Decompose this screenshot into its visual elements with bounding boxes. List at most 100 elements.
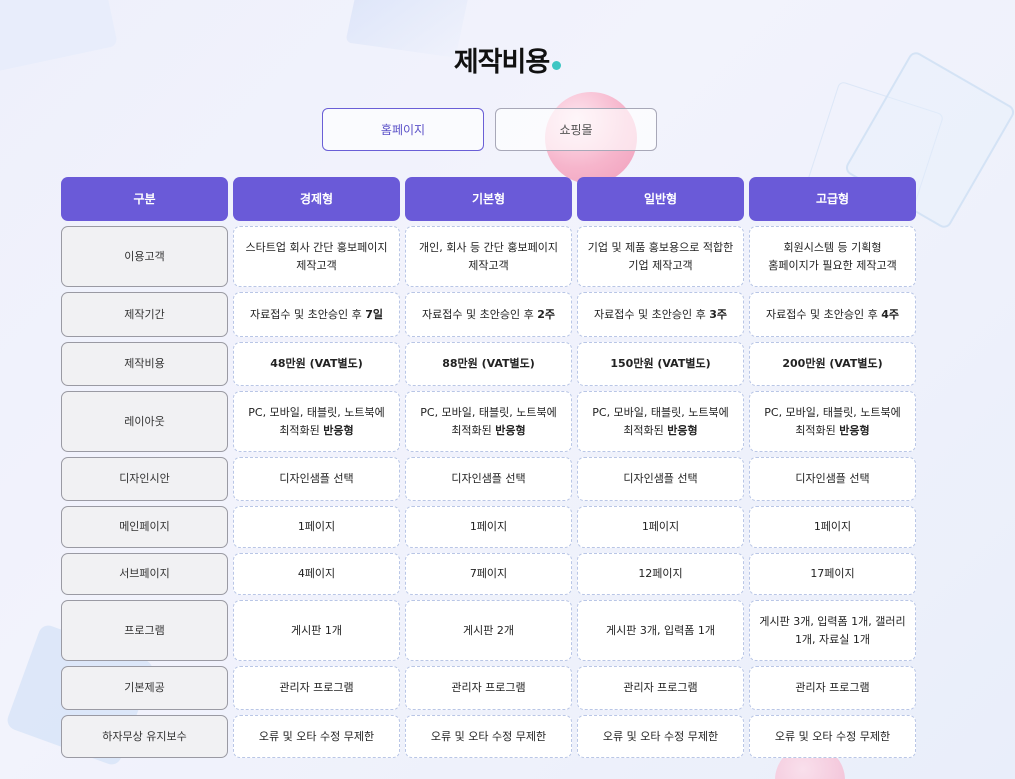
table-cell: 12페이지 — [577, 553, 744, 595]
row-label: 기본제공 — [61, 666, 228, 710]
cell-line: 오류 및 오타 수정 무제한 — [430, 729, 547, 743]
cell-line: 12페이지 — [638, 567, 683, 580]
cell-line: 오류 및 오타 수정 무제한 — [602, 729, 719, 743]
cell-line: 관리자 프로그램 — [451, 681, 526, 694]
tab-homepage[interactable]: 홈페이지 — [322, 108, 484, 151]
tab-shoppingmall[interactable]: 쇼핑몰 — [495, 108, 657, 151]
cell-line: 1페이지 — [297, 520, 336, 533]
table-cell: 게시판 2개 — [405, 600, 572, 661]
cell-emphasis: 48만원 (VAT별도) — [270, 357, 363, 370]
table-cell: 1페이지 — [749, 506, 916, 548]
table-cell: 회원시스템 등 기획형 홈페이지가 필요한 제작고객 — [749, 226, 916, 287]
table-header-row: 구분 경제형 기본형 일반형 고급형 — [61, 177, 916, 221]
cell-content: 오류 및 오타 수정 무제한 — [603, 728, 718, 746]
cell-content: 48만원 (VAT별도) — [270, 355, 363, 373]
cell-line: 홈페이지가 필요한 제작고객 — [768, 258, 897, 272]
cell-content: 150만원 (VAT별도) — [610, 355, 710, 373]
cell-emphasis: 반응형 — [667, 423, 698, 437]
cell-emphasis: 반응형 — [495, 423, 526, 437]
header-cell-basic: 기본형 — [405, 177, 572, 221]
cell-emphasis: 150만원 (VAT별도) — [610, 357, 711, 370]
cell-content: 자료접수 및 초안승인 후 7일 — [250, 306, 383, 324]
row-label: 이용고객 — [61, 226, 228, 287]
row-label: 서브페이지 — [61, 553, 228, 595]
table-cell: 게시판 3개, 입력폼 1개, 갤러리 1개, 자료실 1개 — [749, 600, 916, 661]
cell-line: PC, 모바일, 태블릿, 노트북에 — [764, 405, 901, 419]
cell-emphasis: 7일 — [365, 307, 383, 321]
row-label: 하자무상 유지보수 — [61, 715, 228, 758]
cell-emphasis: 200만원 (VAT별도) — [782, 357, 883, 370]
table-cell: PC, 모바일, 태블릿, 노트북에 최적화된 반응형 — [405, 391, 572, 452]
cell-line: 개인, 회사 등 간단 홍보페이지 — [419, 240, 558, 254]
cell-content: 디자인샘플 선택 — [623, 470, 697, 488]
cell-content: 게시판 3개, 입력폼 1개 — [606, 622, 715, 640]
table-cell: 개인, 회사 등 간단 홍보페이지 제작고객 — [405, 226, 572, 287]
cell-content: 개인, 회사 등 간단 홍보페이지 제작고객 — [419, 239, 558, 275]
cell-line: 제작고객 — [296, 258, 337, 272]
cell-line: 스타트업 회사 간단 홍보페이지 — [245, 240, 388, 254]
table-cell: 관리자 프로그램 — [405, 666, 572, 710]
cell-content: 게시판 3개, 입력폼 1개, 갤러리 1개, 자료실 1개 — [759, 613, 905, 649]
cell-content: 88만원 (VAT별도) — [442, 355, 535, 373]
cell-content: 4페이지 — [298, 565, 335, 583]
cell-line: 150만원 (VAT별도) — [610, 355, 710, 373]
cell-line: 1페이지 — [813, 520, 852, 533]
cell-line: 최적화된 반응형 — [248, 422, 385, 440]
cell-content: 오류 및 오타 수정 무제한 — [775, 728, 890, 746]
cell-line: 최적화된 반응형 — [420, 422, 557, 440]
cell-content: 디자인샘플 선택 — [795, 470, 869, 488]
title-dot-icon — [552, 61, 562, 70]
table-row: 서브페이지 4페이지 7페이지 12페이지 17페이지 — [61, 553, 916, 595]
cell-line: 기업 및 제품 홍보용으로 적합한 — [587, 240, 734, 254]
table-cell: 오류 및 오타 수정 무제한 — [405, 715, 572, 758]
cell-content: PC, 모바일, 태블릿, 노트북에 최적화된 반응형 — [420, 404, 557, 440]
table-row: 메인페이지 1페이지 1페이지 1페이지 1페이지 — [61, 506, 916, 548]
cell-content: 관리자 프로그램 — [623, 679, 697, 697]
cell-text: 자료접수 및 초안승인 후 — [594, 307, 710, 321]
cell-content: 17페이지 — [810, 565, 854, 583]
cell-content: 자료접수 및 초안승인 후 4주 — [766, 306, 899, 324]
cell-text: 최적화된 — [795, 423, 840, 437]
cell-content: 1페이지 — [470, 518, 507, 536]
table-cell: 4페이지 — [233, 553, 400, 595]
table-cell: 관리자 프로그램 — [233, 666, 400, 710]
cell-text: 자료접수 및 초안승인 후 — [250, 307, 366, 321]
cell-content: 1페이지 — [298, 518, 335, 536]
cell-line: PC, 모바일, 태블릿, 노트북에 — [248, 405, 385, 419]
page-title: 제작비용 — [453, 40, 562, 79]
cell-text: 자료접수 및 초안승인 후 — [766, 307, 882, 321]
table-cell: 관리자 프로그램 — [577, 666, 744, 710]
cell-line: 1페이지 — [469, 520, 508, 533]
table-cell: 기업 및 제품 홍보용으로 적합한기업 제작고객 — [577, 226, 744, 287]
pricing-table: 구분 경제형 기본형 일반형 고급형 이용고객 스타트업 회사 간단 홍보페이지제… — [61, 177, 916, 763]
cell-line: 게시판 3개, 입력폼 1개 — [606, 623, 715, 637]
table-cell: 게시판 1개 — [233, 600, 400, 661]
cell-line: 1페이지 — [641, 520, 680, 533]
table-cell: 디자인샘플 선택 — [405, 457, 572, 501]
table-cell: PC, 모바일, 태블릿, 노트북에 최적화된 반응형 — [577, 391, 744, 452]
row-label: 디자인시안 — [61, 457, 228, 501]
row-label: 메인페이지 — [61, 506, 228, 548]
cell-line: 오류 및 오타 수정 무제한 — [774, 729, 891, 743]
table-row: 레이아웃 PC, 모바일, 태블릿, 노트북에 최적화된 반응형 PC, 모바일, 태… — [61, 391, 916, 452]
cell-content: 관리자 프로그램 — [451, 679, 525, 697]
table-cell: 자료접수 및 초안승인 후 2주 — [405, 292, 572, 337]
table-row: 디자인시안 디자인샘플 선택 디자인샘플 선택 디자인샘플 선택 디자인샘플 선택 — [61, 457, 916, 501]
table-row: 제작비용 48만원 (VAT별도) 88만원 (VAT별도) 150만원 (VAT별도… — [61, 342, 916, 386]
table-cell: 7페이지 — [405, 553, 572, 595]
cell-text: 최적화된 — [279, 423, 324, 437]
table-cell: 17페이지 — [749, 553, 916, 595]
page-title-text: 제작비용 — [453, 47, 550, 78]
table-cell: PC, 모바일, 태블릿, 노트북에 최적화된 반응형 — [749, 391, 916, 452]
cell-content: 게시판 1개 — [291, 622, 342, 640]
cell-line: 기업 제작고객 — [628, 258, 693, 272]
cell-line: 디자인샘플 선택 — [623, 472, 698, 485]
table-cell: 1페이지 — [577, 506, 744, 548]
table-cell: 오류 및 오타 수정 무제한 — [749, 715, 916, 758]
table-row: 기본제공 관리자 프로그램 관리자 프로그램 관리자 프로그램 관리자 프로그램 — [61, 666, 916, 710]
category-tabs: 홈페이지 쇼핑몰 — [322, 108, 657, 151]
cell-content: 오류 및 오타 수정 무제한 — [431, 728, 546, 746]
cell-content: 관리자 프로그램 — [279, 679, 353, 697]
table-cell: 150만원 (VAT별도) — [577, 342, 744, 386]
table-cell: 디자인샘플 선택 — [233, 457, 400, 501]
